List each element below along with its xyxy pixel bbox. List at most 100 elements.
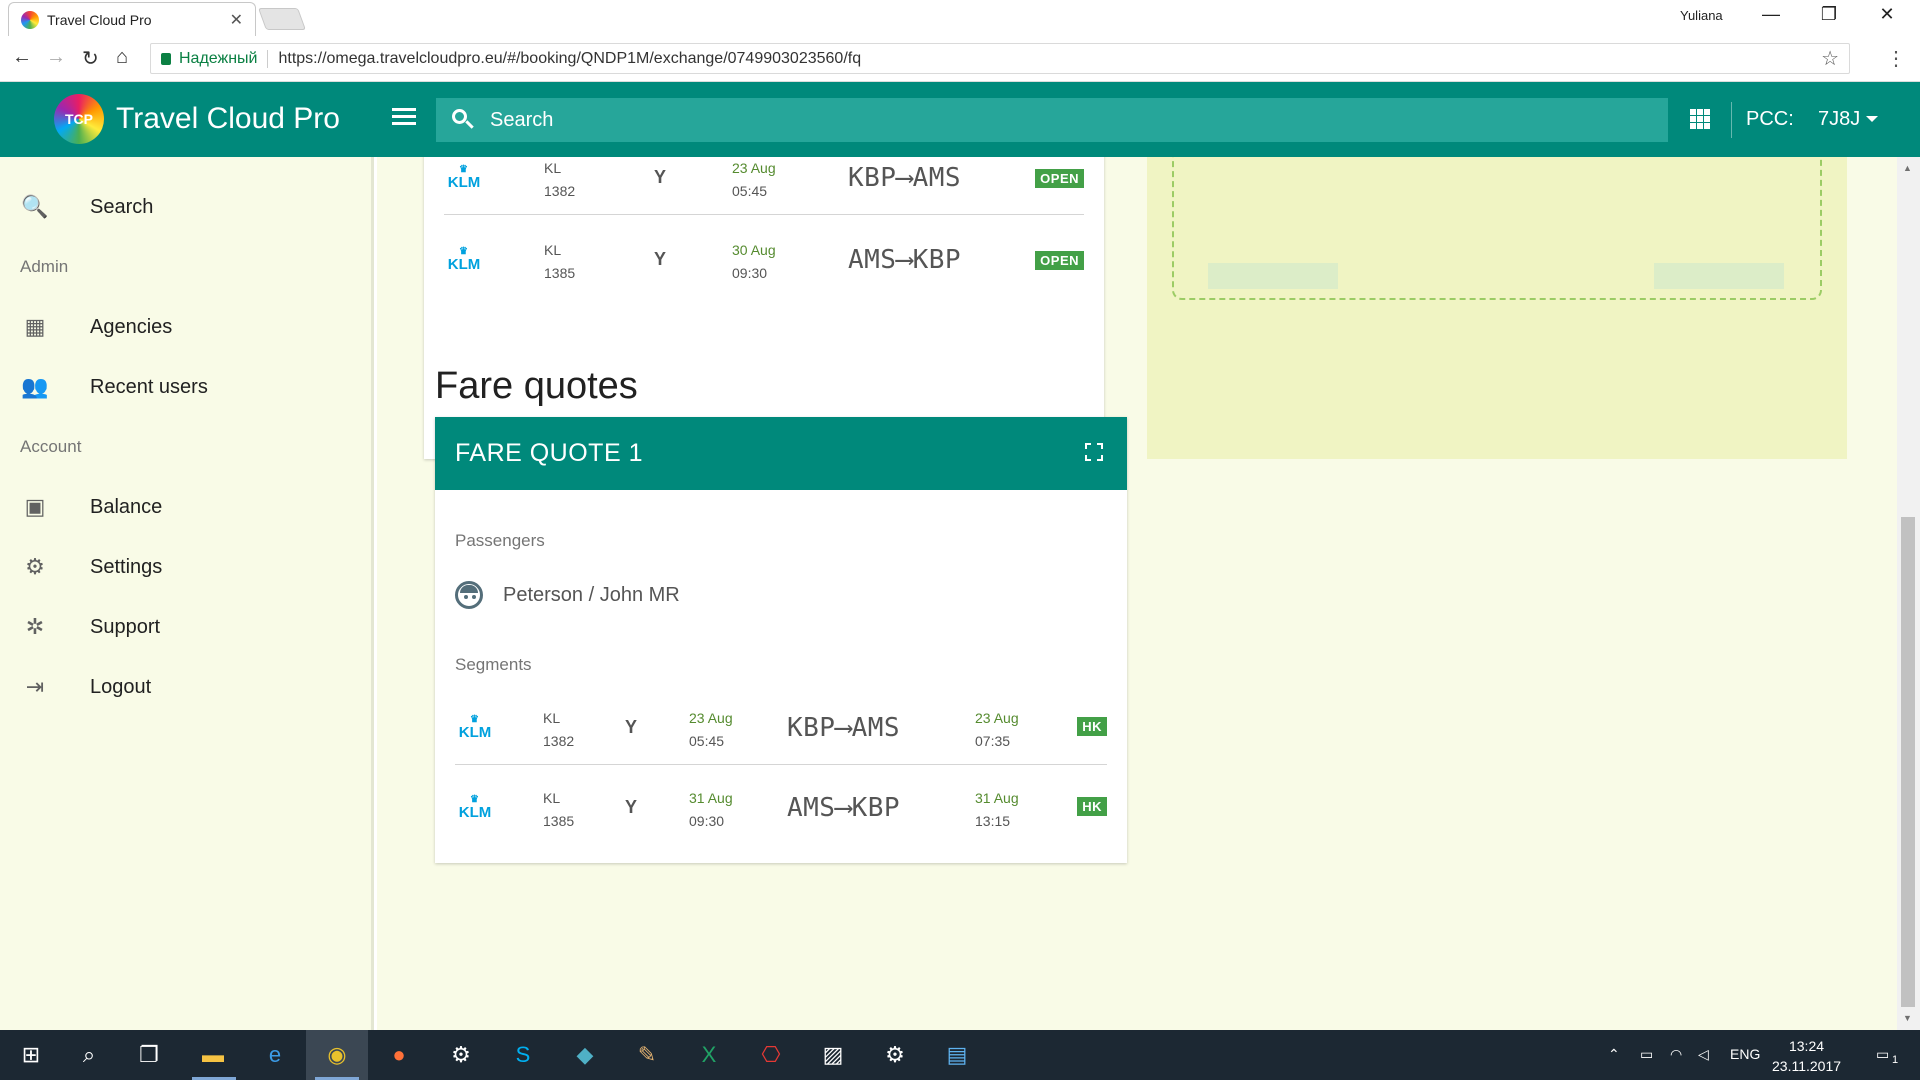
- new-tab-button[interactable]: [257, 8, 307, 30]
- windows-start-icon[interactable]: ⊞: [16, 1040, 46, 1070]
- reload-icon[interactable]: ↻: [82, 46, 99, 71]
- browser-tabbar: Travel Cloud Pro ✕ Yuliana — ❐ ✕: [0, 0, 1920, 36]
- fare-quote-card: FARE QUOTE 1 Passengers Peterson / John …: [435, 417, 1127, 863]
- page-scrollbar[interactable]: ▲ ▼: [1897, 157, 1920, 1030]
- apps-grid-icon[interactable]: [1690, 109, 1710, 129]
- forward-icon[interactable]: →: [46, 46, 66, 69]
- brand[interactable]: TCP Travel Cloud Pro: [54, 94, 340, 144]
- segment-row[interactable]: ♛ KLM KL 1385 Y 30 Aug 09:30 AMS⟶KBP OPEN: [444, 219, 1084, 297]
- route: KBP⟶AMS: [848, 163, 962, 193]
- browser-toolbar: ← → ↻ ⌂ Надежный https://omega.travelclo…: [0, 36, 1920, 82]
- wifi-icon[interactable]: ◠: [1670, 1046, 1682, 1063]
- minimize-button[interactable]: —: [1748, 4, 1794, 25]
- window-close-button[interactable]: ✕: [1864, 4, 1910, 25]
- file-explorer-icon[interactable]: ▬: [198, 1040, 228, 1070]
- fullscreen-icon[interactable]: [1085, 443, 1103, 461]
- notification-count: 1: [1892, 1054, 1899, 1066]
- scroll-down-icon[interactable]: ▼: [1903, 1013, 1912, 1023]
- battery-icon[interactable]: ▭: [1640, 1046, 1653, 1063]
- carrier-info: KL 1382: [544, 160, 576, 199]
- pcc-select[interactable]: 7J8J: [1818, 108, 1860, 131]
- app-header: TCP Travel Cloud Pro Search PCC: 7J8J: [0, 82, 1920, 157]
- taskbar-clock[interactable]: 13:24 23.11.2017: [1772, 1036, 1841, 1076]
- fare-segment-row[interactable]: ♛ KLM KL 1382 Y 23 Aug 05:45 KBP⟶AMS 23 Aug…: [455, 687, 1107, 765]
- people-icon: 👥: [21, 374, 49, 399]
- gear-icon: ⚙: [25, 554, 45, 579]
- sidebar-item-balance[interactable]: ▣ Balance: [0, 483, 370, 531]
- sidebar-item-label: Support: [90, 615, 161, 638]
- bookmark-star-icon[interactable]: ☆: [1821, 46, 1839, 71]
- excel-icon[interactable]: X: [694, 1040, 724, 1070]
- secure-label: Надежный: [179, 49, 258, 67]
- departure-datetime: 30 Aug 09:30: [732, 242, 776, 281]
- address-bar[interactable]: Надежный https://omega.travelcloudpro.eu…: [150, 43, 1850, 74]
- header-search-input[interactable]: Search: [436, 98, 1668, 142]
- paint-icon[interactable]: ✎: [632, 1040, 662, 1070]
- app-title: Travel Cloud Pro: [116, 102, 340, 135]
- restore-button[interactable]: ❐: [1806, 4, 1852, 25]
- skype-icon[interactable]: S: [508, 1040, 538, 1070]
- sidebar-item-logout[interactable]: ⇥ Logout: [0, 663, 370, 711]
- url-text[interactable]: https://omega.travelcloudpro.eu/#/bookin…: [278, 50, 861, 68]
- browser-tab[interactable]: Travel Cloud Pro ✕: [8, 2, 256, 36]
- pcc-label: PCC:: [1746, 108, 1794, 130]
- volume-icon[interactable]: ◁: [1698, 1046, 1709, 1063]
- browser-user-name[interactable]: Yuliana: [1680, 8, 1723, 23]
- sidebar-item-settings[interactable]: ⚙ Settings: [0, 543, 370, 591]
- firefox-icon[interactable]: ●: [384, 1040, 414, 1070]
- app-icon[interactable]: ◆: [570, 1040, 600, 1070]
- browser-menu-icon[interactable]: ⋮: [1886, 46, 1906, 71]
- drop-zone[interactable]: [1172, 157, 1822, 300]
- wallet-icon: ▣: [24, 494, 46, 519]
- photos-icon[interactable]: ▨: [818, 1040, 848, 1070]
- carrier-info: KL 1385: [543, 790, 575, 829]
- tab-close-icon[interactable]: ✕: [230, 10, 243, 30]
- control-panel-icon[interactable]: ▤: [942, 1040, 972, 1070]
- chevron-down-icon[interactable]: [1866, 116, 1878, 122]
- scrollbar-thumb[interactable]: [1901, 517, 1915, 1007]
- sidebar-item-search[interactable]: 🔍 Search: [0, 183, 370, 231]
- bug-icon: ✲: [25, 614, 45, 639]
- cabin-class: Y: [654, 167, 667, 187]
- main-content: ♛ KLM KL 1382 Y 23 Aug 05:45 KBP⟶AMS OPEN ♛…: [377, 157, 1897, 1030]
- face-icon: [455, 581, 483, 609]
- sidebar-item-recent-users[interactable]: 👥 Recent users: [0, 363, 370, 411]
- gear-icon[interactable]: ⚙: [880, 1040, 910, 1070]
- sidebar-item-support[interactable]: ✲ Support: [0, 603, 370, 651]
- clock-date: 23.11.2017: [1772, 1058, 1842, 1074]
- home-icon[interactable]: ⌂: [116, 46, 128, 69]
- lock-icon: [161, 52, 171, 65]
- task-view-icon[interactable]: ❐: [134, 1040, 164, 1070]
- settings-gears-icon[interactable]: ⚙: [446, 1040, 476, 1070]
- sidebar-item-label: Recent users: [90, 375, 208, 398]
- edge-icon[interactable]: e: [260, 1040, 290, 1070]
- segments-label: Segments: [455, 655, 532, 674]
- search-icon[interactable]: ⌕: [74, 1040, 104, 1070]
- clock-time: 13:24: [1788, 1038, 1825, 1054]
- sidebar-item-label: Balance: [90, 495, 163, 518]
- pdf-icon[interactable]: ⎔: [756, 1040, 786, 1070]
- sidebar-item-label: Agencies: [90, 315, 173, 338]
- sidebar-item-agencies[interactable]: ▦ Agencies: [0, 303, 370, 351]
- menu-icon[interactable]: [392, 108, 416, 126]
- exchange-panel: [1147, 157, 1847, 459]
- notifications-icon[interactable]: ▭: [1876, 1046, 1889, 1063]
- tray-chevron-up-icon[interactable]: ⌃: [1608, 1046, 1620, 1063]
- logout-icon: ⇥: [25, 674, 45, 699]
- fare-segment-row[interactable]: ♛ KLM KL 1385 Y 31 Aug 09:30 AMS⟶KBP 31 Aug…: [455, 767, 1107, 845]
- cabin-class: Y: [625, 717, 638, 737]
- status-badge: OPEN: [1035, 169, 1084, 188]
- cabin-class: Y: [625, 797, 638, 817]
- back-icon[interactable]: ←: [12, 46, 32, 69]
- passenger-item: Peterson / John MR: [455, 581, 680, 609]
- windows-taskbar: ⊞ ⌕ ❐ ▬ e ◉ ● ⚙ S ◆ ✎ X ⎔ ▨ ⚙ ▤ ⌃ ▭ ◠ ◁ …: [0, 1030, 1920, 1080]
- scroll-up-icon[interactable]: ▲: [1903, 163, 1912, 173]
- sidebar-section-account: Account: [20, 437, 82, 456]
- segment-row[interactable]: ♛ KLM KL 1382 Y 23 Aug 05:45 KBP⟶AMS OPEN: [444, 157, 1084, 215]
- fare-quote-title: FARE QUOTE 1: [455, 439, 643, 467]
- fare-quotes-heading: Fare quotes: [435, 365, 638, 407]
- chrome-icon[interactable]: ◉: [322, 1040, 352, 1070]
- language-indicator[interactable]: ENG: [1730, 1046, 1760, 1062]
- search-icon: [450, 107, 476, 133]
- klm-logo-icon: ♛ KLM: [458, 714, 492, 741]
